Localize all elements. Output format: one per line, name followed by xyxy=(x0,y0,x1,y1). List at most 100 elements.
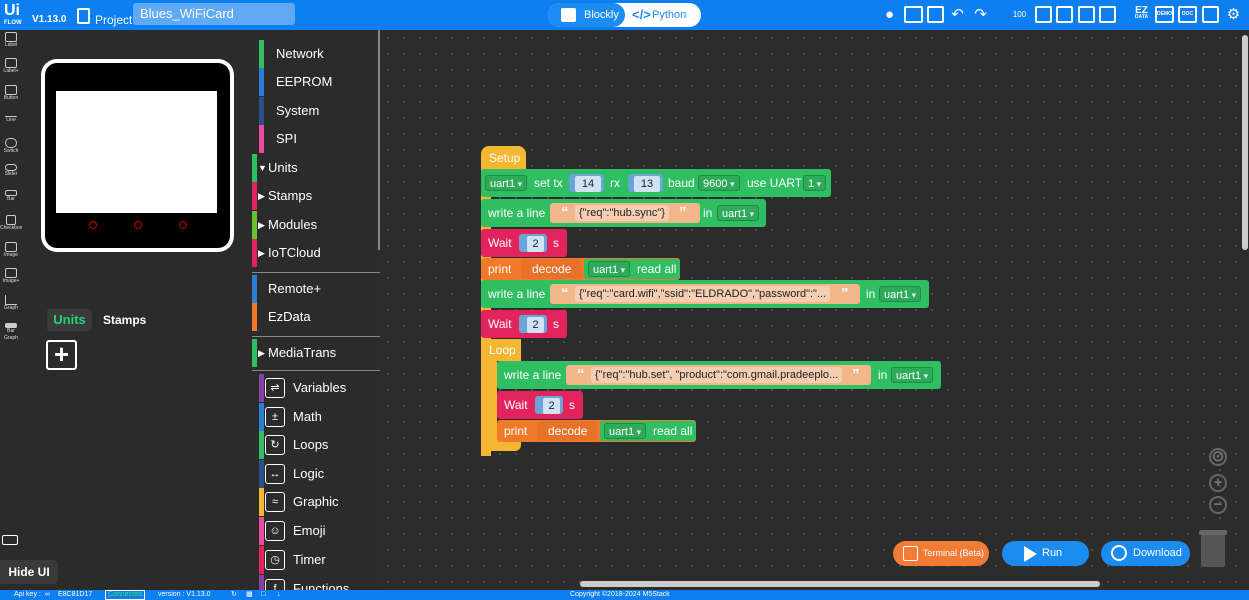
uart-dropdown[interactable]: uart1 xyxy=(879,286,922,302)
category-stamps[interactable]: ▶ Stamps xyxy=(252,182,380,210)
category-functions[interactable]: f Functions xyxy=(252,575,380,590)
write-line-block[interactable]: write a line “ {"req":"hub.sync"} ” in u… xyxy=(481,199,766,227)
category-network[interactable]: Network xyxy=(252,40,380,68)
uart-dropdown[interactable]: uart1 xyxy=(588,261,631,277)
undo-icon[interactable]: ↶ xyxy=(949,6,966,23)
category-modules[interactable]: ▶ Modules xyxy=(252,211,380,239)
language-icon[interactable]: ⚙ xyxy=(1225,6,1242,23)
rail-item-label-plus[interactable]: Label+ xyxy=(0,58,22,75)
rail-item-switch[interactable]: Switch xyxy=(0,138,22,155)
uart-dropdown[interactable]: uart1 xyxy=(717,205,760,221)
baud-dropdown[interactable]: 9600 xyxy=(698,175,740,191)
ezdata-icon[interactable]: EZ DATA xyxy=(1133,6,1150,23)
wait-seconds-input[interactable]: 2 xyxy=(543,398,560,414)
category-spi[interactable]: SPI xyxy=(252,125,380,153)
project-label[interactable]: Project xyxy=(95,13,132,27)
save-icon[interactable] xyxy=(1078,6,1095,23)
wait-block[interactable]: Wait 2 s xyxy=(481,310,567,338)
category-units[interactable]: ▼ Units xyxy=(252,154,380,182)
category-math[interactable]: ± Math xyxy=(252,403,380,431)
write-line-text-input[interactable]: {"req":"card.wifi","ssid":"ELDRADO","pas… xyxy=(575,286,831,302)
save-as-icon[interactable] xyxy=(1099,6,1116,23)
recenter-icon[interactable]: ⊙ xyxy=(1209,448,1227,466)
category-system[interactable]: System xyxy=(252,97,380,125)
file-icon[interactable]: □ xyxy=(261,590,265,600)
category-variables[interactable]: ⇌ Variables xyxy=(252,374,380,402)
rail-item-image[interactable]: Image xyxy=(0,242,22,259)
category-graphic[interactable]: ≈ Graphic xyxy=(252,488,380,516)
uart-init-block[interactable]: uart1 set tx 14 rx 13 baud 9600 use UART… xyxy=(481,169,831,197)
category-emoji[interactable]: ☺ Emoji xyxy=(252,517,380,545)
device-screen-canvas[interactable] xyxy=(56,91,217,213)
category-ezdata[interactable]: EzData xyxy=(252,303,380,331)
rail-item-checkbox[interactable]: Checkbox xyxy=(0,215,22,232)
zoom-in-icon[interactable]: + xyxy=(1209,474,1227,492)
category-loops[interactable]: ↻ Loops xyxy=(252,431,380,459)
rail-item-label[interactable]: Label xyxy=(0,32,22,49)
add-unit-button[interactable]: + xyxy=(46,340,77,370)
tx-pin-input[interactable]: 14 xyxy=(575,176,601,192)
rail-item-image-plus[interactable]: Image+ xyxy=(0,268,22,285)
category-iotcloud[interactable]: ▶ IoTCloud xyxy=(252,239,380,267)
download-arrow-icon[interactable]: ↓ xyxy=(277,590,281,600)
write-line-block[interactable]: write a line “ {"req":"card.wifi","ssid"… xyxy=(481,280,929,308)
trash-icon[interactable] xyxy=(1199,530,1227,567)
category-logic[interactable]: ↔ Logic xyxy=(252,460,380,488)
screen-icon[interactable] xyxy=(927,6,944,23)
rx-pin-input[interactable]: 13 xyxy=(634,176,660,192)
settings-icon[interactable] xyxy=(1202,6,1219,23)
workspace-vertical-scrollbar[interactable] xyxy=(1242,35,1248,250)
keyboard-shortcut-icon[interactable] xyxy=(2,535,18,545)
rail-item-bar-graph[interactable]: Bar Graph xyxy=(0,323,22,342)
wifi-icon[interactable]: ▩ xyxy=(246,590,253,600)
wait-block[interactable]: Wait 2 s xyxy=(481,229,567,257)
rail-item-bar[interactable]: Bar xyxy=(0,190,22,203)
category-eeprom[interactable]: EEPROM xyxy=(252,68,380,96)
write-line-text-input[interactable]: {"req":"hub.sync"} xyxy=(575,205,669,221)
doc-icon[interactable]: DOC xyxy=(1178,6,1197,23)
write-line-block[interactable]: write a line “ {"req":"hub.set", "produc… xyxy=(497,361,941,389)
open-folder-icon[interactable] xyxy=(1056,6,1073,23)
write-line-text-input[interactable]: {"req":"hub.set", "product":"com.gmail.p… xyxy=(591,367,843,383)
user-icon[interactable]: ● xyxy=(881,6,898,23)
workspace-horizontal-scrollbar[interactable] xyxy=(580,581,1100,587)
run-button[interactable]: Run xyxy=(1002,541,1089,566)
rail-item-button[interactable]: Button xyxy=(0,85,22,102)
uart-read-all-block[interactable]: uart1 read all xyxy=(584,259,680,279)
demo-icon[interactable]: DEMO xyxy=(1155,6,1174,23)
hide-ui-button[interactable]: Hide UI xyxy=(0,560,58,584)
uart-number-dropdown[interactable]: 1 xyxy=(803,175,827,191)
uart-dropdown[interactable]: uart1 xyxy=(485,175,528,191)
rail-item-slider[interactable]: Slider xyxy=(0,164,22,178)
wait-seconds-input[interactable]: 2 xyxy=(527,236,544,252)
decode-block[interactable]: decode xyxy=(521,259,581,279)
decode-block[interactable]: decode xyxy=(537,421,597,441)
redo-icon[interactable]: ↷ xyxy=(972,6,989,23)
category-remote-plus[interactable]: Remote+ xyxy=(252,275,380,303)
project-file-icon[interactable] xyxy=(77,8,90,24)
print-block[interactable]: print decode uart1 read all xyxy=(481,258,680,280)
refresh-icon[interactable]: ↻ xyxy=(231,590,237,600)
blockly-workspace[interactable]: Setup uart1 set tx 14 rx 13 baud 9600 us… xyxy=(380,30,1249,590)
terminal-button[interactable]: Terminal (Beta) xyxy=(893,541,989,566)
category-mediatrans[interactable]: ▶ MediaTrans xyxy=(252,339,380,367)
download-button[interactable]: Download xyxy=(1101,541,1190,566)
category-timer[interactable]: ◷ Timer xyxy=(252,546,380,574)
tab-units[interactable]: Units xyxy=(47,309,92,331)
tab-stamps[interactable]: Stamps xyxy=(103,309,146,331)
rail-item-graph[interactable]: Graph xyxy=(0,295,22,312)
wait-seconds-input[interactable]: 2 xyxy=(527,317,544,333)
print-block[interactable]: print decode uart1 read all xyxy=(497,420,696,442)
keyboard-icon[interactable] xyxy=(904,6,923,23)
project-name-input[interactable] xyxy=(133,3,295,25)
history-icon[interactable]: 100 xyxy=(1011,6,1028,23)
python-mode-button[interactable]: </> Python xyxy=(628,3,686,27)
uart-dropdown[interactable]: uart1 xyxy=(604,423,647,439)
blockly-mode-button[interactable]: Blockly xyxy=(548,3,625,27)
rail-item-line[interactable]: Line xyxy=(0,116,22,124)
uart-dropdown[interactable]: uart1 xyxy=(891,367,934,383)
zoom-out-icon[interactable]: − xyxy=(1209,496,1227,514)
uart-read-all-block[interactable]: uart1 read all xyxy=(600,421,696,441)
wait-block[interactable]: Wait 2 s xyxy=(497,391,583,419)
new-file-icon[interactable] xyxy=(1035,6,1052,23)
